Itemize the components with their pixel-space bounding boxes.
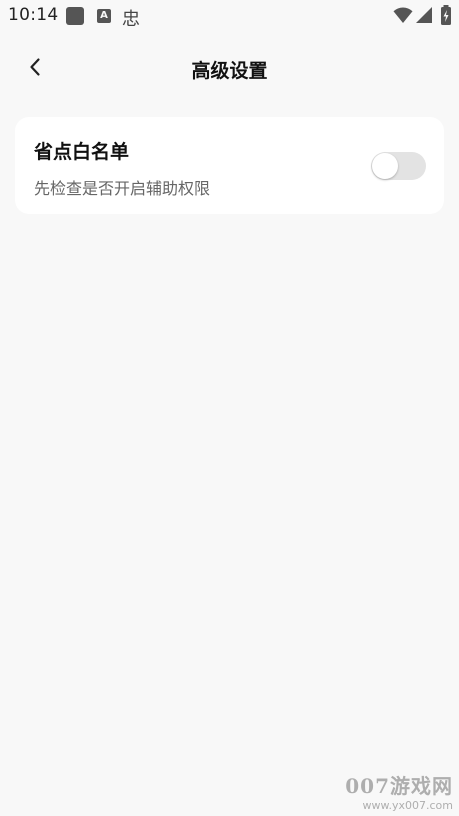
whitelist-toggle[interactable] — [371, 152, 426, 180]
toggle-knob — [372, 153, 398, 179]
watermark-logo: 007游戏网 — [345, 774, 453, 798]
signal-icon — [415, 6, 433, 28]
battery-icon — [440, 5, 452, 29]
app-header: 高级设置 — [0, 40, 459, 98]
wifi-icon — [393, 6, 413, 28]
setting-subtitle: 先检查是否开启辅助权限 — [34, 179, 211, 198]
text-notification-icon: A — [97, 9, 111, 23]
setting-title: 省点白名单 — [34, 141, 130, 163]
status-time: 10:14 — [8, 5, 59, 25]
status-bar: 10:14 A 忠 — [0, 0, 459, 33]
app-notification-icon — [66, 7, 84, 25]
bug-notification-icon: 忠 — [122, 9, 140, 30]
watermark: 007游戏网 www.yx007.com — [345, 770, 453, 812]
settings-card-whitelist: 省点白名单 先检查是否开启辅助权限 — [15, 117, 444, 214]
page-title: 高级设置 — [191, 60, 268, 82]
watermark-url: www.yx007.com — [362, 799, 453, 812]
